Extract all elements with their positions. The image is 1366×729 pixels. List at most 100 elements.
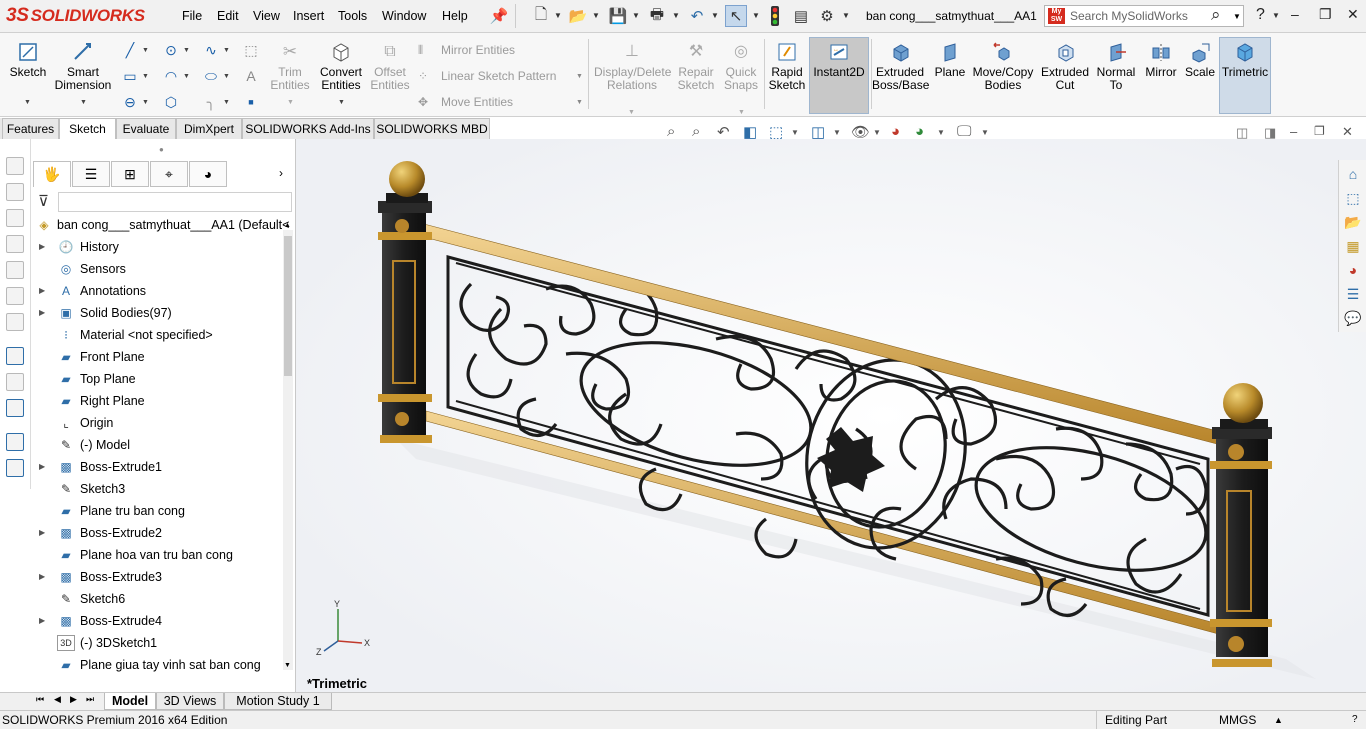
home-icon[interactable]: ⌂ xyxy=(1343,164,1363,184)
trim-entities-button[interactable]: ✂ Trim Entities xyxy=(267,41,313,92)
appearance-icon[interactable] xyxy=(6,313,24,331)
chevron-down-icon[interactable]: ▼ xyxy=(223,47,230,54)
filter-icon[interactable]: ⊽ xyxy=(38,192,49,210)
tree-item[interactable]: ⌞ Origin xyxy=(34,412,284,434)
chevron-down-icon[interactable]: ▼ xyxy=(223,73,230,80)
trimetric-button[interactable]: Trimetric xyxy=(1220,41,1270,79)
chevron-down-icon[interactable]: ▼ xyxy=(183,47,190,54)
previous-view-icon[interactable]: ↶ xyxy=(717,123,730,141)
display-icon[interactable] xyxy=(6,373,24,391)
chevron-down-icon[interactable]: ▼ xyxy=(142,73,149,80)
chevron-down-icon[interactable]: ▼ xyxy=(592,11,600,20)
tree-item[interactable]: ▶ A Annotations xyxy=(34,280,284,302)
chevron-down-icon[interactable]: ▼ xyxy=(937,128,945,137)
chevron-down-icon[interactable]: ▼ xyxy=(24,99,31,106)
scale-button[interactable]: Scale xyxy=(1183,41,1217,79)
view-settings-icon[interactable]: 🖵 xyxy=(957,123,971,140)
filter-input[interactable] xyxy=(58,192,292,212)
chevron-down-icon[interactable]: ▼ xyxy=(554,11,562,20)
tree-item[interactable]: 3D (-) 3DSketch1 xyxy=(34,632,284,654)
file-explorer-icon[interactable]: ▦ xyxy=(1343,236,1363,256)
tree-item[interactable]: ✎ Sketch6 xyxy=(34,588,284,610)
chevron-down-icon[interactable]: ▼ xyxy=(711,11,719,20)
tree-item[interactable]: ▶ ▩ Boss-Extrude2 xyxy=(34,522,284,544)
tree-item[interactable]: ✎ (-) Model xyxy=(34,434,284,456)
rectangle-icon[interactable]: ▭ xyxy=(121,67,139,85)
rebuild-traffic-light-icon[interactable] xyxy=(764,5,786,27)
chevron-down-icon[interactable]: ▼ xyxy=(833,128,841,137)
zoom-to-area-icon[interactable]: ⌕ xyxy=(692,123,700,140)
measure-icon[interactable] xyxy=(6,399,24,417)
tree-item[interactable]: ◎ Sensors xyxy=(34,258,284,280)
graphics-area[interactable]: Y X Z xyxy=(296,139,1366,692)
dimxpertmanager-tab-icon[interactable]: ⌖ xyxy=(150,161,188,187)
edit-appearance-icon[interactable]: ◕ xyxy=(891,123,900,140)
chevron-down-icon[interactable]: ▼ xyxy=(752,11,760,20)
tree-item[interactable]: ✎ Sketch3 xyxy=(34,478,284,500)
chevron-down-icon[interactable]: ▼ xyxy=(628,109,635,116)
chevron-down-icon[interactable]: ▼ xyxy=(791,128,799,137)
configurationmanager-tab-icon[interactable]: ⊞ xyxy=(111,161,149,187)
propertymanager-tab-icon[interactable]: ☰ xyxy=(72,161,110,187)
spline-icon[interactable]: ∿ xyxy=(202,41,220,59)
chevron-down-icon[interactable]: ▼ xyxy=(338,99,345,106)
chevron-down-icon[interactable]: ▼ xyxy=(1233,12,1241,21)
copy-icon[interactable] xyxy=(6,433,24,451)
chevron-up-icon[interactable]: ▲ xyxy=(1274,711,1283,729)
repair-sketch-button[interactable]: ⚒ Repair Sketch xyxy=(674,41,718,92)
close-button[interactable]: ✕ xyxy=(1347,6,1359,23)
print-icon[interactable]: 🖶 xyxy=(646,5,668,27)
plane-button[interactable]: Plane xyxy=(931,41,969,79)
undo-icon[interactable]: ↶ xyxy=(686,5,708,27)
hide-show-icon[interactable] xyxy=(6,287,24,305)
new-document-icon[interactable]: 🗋 xyxy=(530,5,552,27)
previous-tab-icon[interactable]: ◀ xyxy=(54,694,61,705)
quick-snaps-button[interactable]: ◎ Quick Snaps xyxy=(720,41,762,92)
tree-item[interactable]: ⁝ Material <not specified> xyxy=(34,324,284,346)
view-icon[interactable] xyxy=(6,235,24,253)
expand-arrow-icon[interactable]: ▶ xyxy=(39,280,45,302)
chevron-down-icon[interactable]: ▼ xyxy=(183,73,190,80)
instant2d-button[interactable]: ↔ Instant2D xyxy=(810,41,868,79)
assembly-icon[interactable] xyxy=(6,183,24,201)
open-folder-icon[interactable]: 📂 xyxy=(567,5,589,27)
appearances-icon[interactable]: ◕ xyxy=(1343,260,1363,280)
chevron-down-icon[interactable]: ▼ xyxy=(738,109,745,116)
help-status-icon[interactable]: ? xyxy=(1352,711,1358,729)
hide-show-items-icon[interactable]: 👁 xyxy=(851,123,870,141)
move-copy-bodies-button[interactable]: Move/Copy Bodies xyxy=(971,41,1035,92)
design-library-icon[interactable]: 📂 xyxy=(1343,212,1363,232)
extruded-cut-button[interactable]: Extruded Cut xyxy=(1039,41,1091,92)
menu-help[interactable]: Help xyxy=(442,9,468,23)
chevron-down-icon[interactable]: ▼ xyxy=(576,73,583,80)
solidworks-logo[interactable]: 3S SOLIDWORKS xyxy=(6,5,145,27)
tab-solidworks-mbd[interactable]: SOLIDWORKS MBD xyxy=(374,118,490,139)
chevron-right-icon[interactable]: › xyxy=(279,166,283,180)
tab-sketch[interactable]: Sketch xyxy=(59,118,116,139)
featuremanager-tab-icon[interactable]: 🖐 xyxy=(33,161,71,187)
menu-view[interactable]: View xyxy=(253,9,280,23)
minimize-button[interactable]: – xyxy=(1291,6,1299,22)
chevron-down-icon[interactable]: ▼ xyxy=(223,99,230,106)
tree-scrollbar-thumb[interactable] xyxy=(284,236,292,376)
search-icon[interactable]: ⌕ xyxy=(1211,5,1221,25)
linear-sketch-pattern-button[interactable]: Linear Sketch Pattern xyxy=(441,69,556,83)
chevron-down-icon[interactable]: ▼ xyxy=(981,128,989,137)
expand-arrow-icon[interactable]: ▶ xyxy=(39,566,45,588)
display-delete-relations-button[interactable]: ⊥ Display/Delete Relations xyxy=(594,41,671,92)
tree-item[interactable]: ▰ Plane tru ban cong xyxy=(34,500,284,522)
chevron-down-icon[interactable]: ▼ xyxy=(632,11,640,20)
resources-icon[interactable]: ⬚ xyxy=(1343,188,1363,208)
apply-scene-icon[interactable]: ◕ xyxy=(915,123,924,140)
smart-dimension-button[interactable]: Smart Dimension xyxy=(54,41,112,92)
point-icon[interactable]: ■ xyxy=(242,93,260,111)
offset-entities-button[interactable]: ⧉ Offset Entities xyxy=(368,41,412,92)
chevron-down-icon[interactable]: ▼ xyxy=(1272,11,1280,20)
sketch-relations-icon[interactable] xyxy=(6,347,24,365)
tab-dimxpert[interactable]: DimXpert xyxy=(176,118,242,139)
line-icon[interactable]: ╱ xyxy=(121,41,139,59)
tree-root[interactable]: ◈ ban cong___satmythuat___AA1 (Default< xyxy=(34,214,289,236)
rapid-sketch-button[interactable]: Rapid Sketch xyxy=(767,41,807,92)
help-button[interactable]: ? xyxy=(1256,6,1265,24)
polygon-icon[interactable]: ⬡ xyxy=(162,93,180,111)
